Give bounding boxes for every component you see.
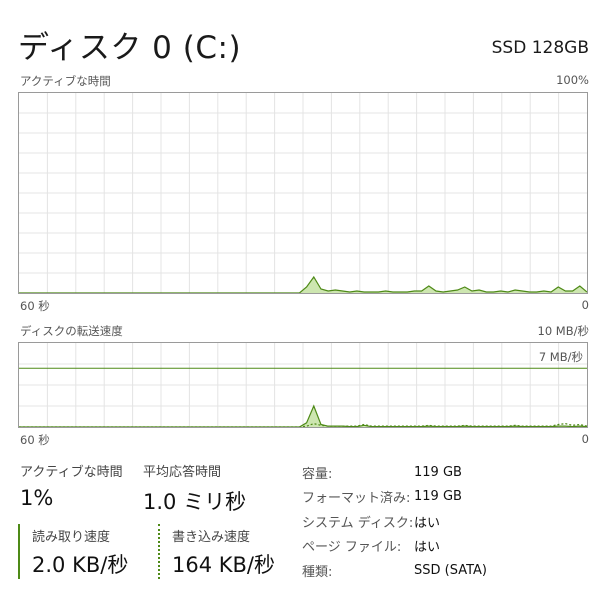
property-row: 種類: SSD (SATA) — [302, 558, 487, 583]
stat-active-time-value: 1% — [20, 486, 54, 510]
transfer-chart: 7 MB/秒 — [18, 342, 588, 428]
active-time-chart-label: アクティブな時間 — [20, 74, 111, 88]
stat-response-value: 1.0 ミリ秒 — [143, 490, 247, 514]
active-time-chart — [18, 92, 588, 294]
property-key: フォーマット済み: — [302, 491, 411, 507]
stat-response-label: 平均応答時間 — [143, 465, 222, 480]
property-value: SSD (SATA) — [414, 562, 487, 578]
property-row: ページ ファイル: はい — [302, 534, 487, 559]
read-speed-label: 読み取り速度 — [32, 530, 111, 545]
active-time-graph — [19, 93, 587, 293]
property-key: 種類: — [302, 564, 333, 580]
write-speed-label: 書き込み速度 — [172, 530, 251, 545]
property-row: フォーマット済み: 119 GB — [302, 485, 487, 510]
read-speed-value: 2.0 KB/秒 — [32, 553, 129, 577]
read-speed-panel: 読み取り速度 2.0 KB/秒 — [18, 524, 128, 579]
property-key: システム ディスク: — [302, 515, 414, 531]
active-time-left-label: 60 秒 — [20, 299, 50, 313]
active-time-right-label: 0 — [581, 298, 589, 312]
transfer-ref-label: 7 MB/秒 — [538, 350, 583, 364]
property-row: 容量: 119 GB — [302, 460, 487, 485]
disk-model: SSD 128GB — [491, 38, 589, 58]
property-key: 容量: — [302, 466, 333, 482]
write-speed-value: 164 KB/秒 — [172, 553, 276, 577]
active-time-max-label: 100% — [556, 73, 589, 87]
property-row: システム ディスク: はい — [302, 509, 487, 534]
disk-title: ディスク 0 (C:) — [18, 30, 242, 66]
transfer-left-label: 60 秒 — [20, 433, 50, 447]
transfer-graph — [19, 343, 587, 427]
transfer-right-label: 0 — [581, 432, 589, 446]
property-key: ページ ファイル: — [302, 540, 402, 556]
transfer-chart-label: ディスクの転送速度 — [20, 324, 123, 338]
stat-active-time-label: アクティブな時間 — [20, 465, 123, 480]
property-value: 119 GB — [414, 464, 462, 480]
property-value: はい — [414, 515, 441, 531]
property-value: 119 GB — [414, 489, 462, 505]
disk-properties: 容量: 119 GB フォーマット済み: 119 GB システム ディスク: は… — [302, 460, 487, 583]
property-value: はい — [414, 540, 441, 556]
write-speed-panel: 書き込み速度 164 KB/秒 — [158, 524, 275, 579]
transfer-max-label: 10 MB/秒 — [537, 324, 589, 338]
